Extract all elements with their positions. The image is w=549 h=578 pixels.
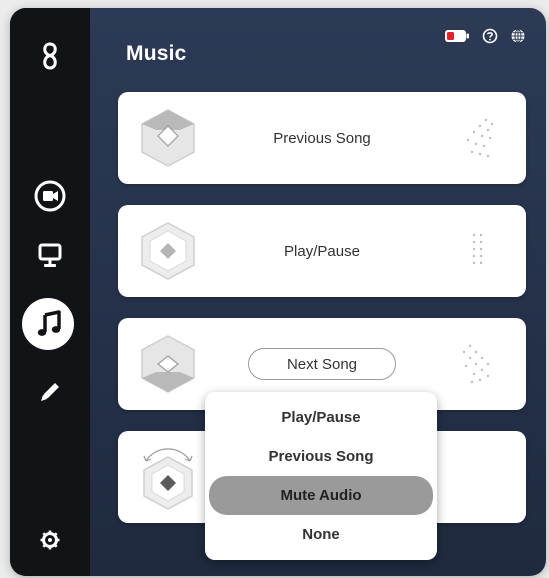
swipe-diagonal-dots-icon	[462, 344, 490, 384]
action-dropdown-menu: Play/Pause Previous Song Mute Audio None	[205, 392, 437, 560]
monitor-icon[interactable]	[10, 238, 90, 274]
swipe-diagonal-dots-icon	[466, 118, 494, 158]
gesture-card-play-pause[interactable]: Play/Pause	[118, 205, 526, 297]
help-icon[interactable]	[482, 28, 498, 49]
pencil-icon[interactable]	[10, 376, 90, 408]
menu-option-previous-song[interactable]: Previous Song	[209, 437, 433, 476]
page-title: Music	[126, 42, 187, 65]
camera-icon[interactable]	[10, 178, 90, 214]
music-note-icon[interactable]	[10, 298, 90, 350]
gesture-card-previous-song[interactable]: Previous Song	[118, 92, 526, 184]
header-icons	[444, 28, 526, 49]
action-select-button[interactable]: Next Song	[248, 348, 396, 380]
globe-icon[interactable]	[510, 28, 526, 49]
hexagon-bottom-icon	[141, 335, 195, 393]
menu-option-play-pause[interactable]: Play/Pause	[209, 398, 433, 437]
menu-option-mute-audio[interactable]: Mute Audio	[209, 476, 433, 515]
app-window: Music Previous Song Play/Pause Next Song…	[10, 8, 546, 576]
battery-icon	[444, 29, 470, 48]
menu-option-none[interactable]: None	[209, 515, 433, 554]
link-logo-icon[interactable]	[10, 38, 90, 74]
gear-icon[interactable]	[10, 526, 90, 554]
tap-dots-icon	[472, 233, 483, 265]
sidebar	[10, 8, 90, 576]
